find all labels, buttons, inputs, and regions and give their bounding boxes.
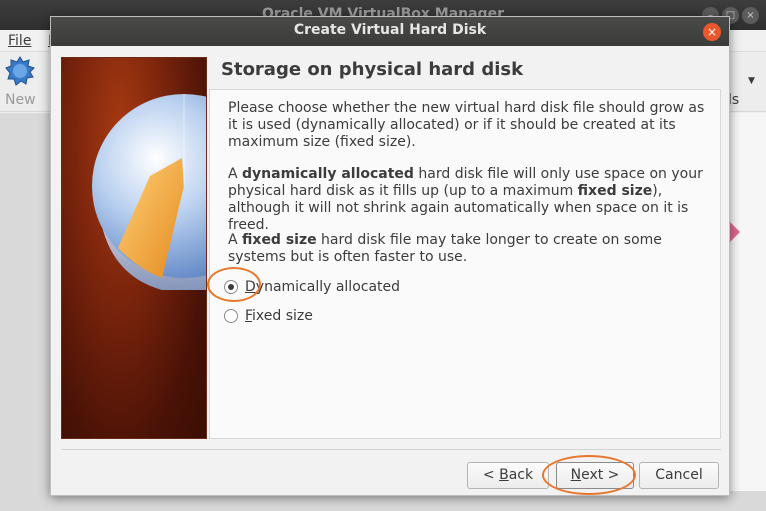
description-paragraph-3: A fixed size hard disk file may take lon… (228, 232, 662, 265)
close-icon[interactable]: × (742, 7, 759, 24)
details-panel (728, 113, 766, 491)
new-button-label: New (5, 92, 36, 108)
button-separator (61, 449, 721, 450)
menu-file[interactable]: File (8, 33, 31, 49)
dialog-close-icon[interactable]: × (703, 23, 721, 41)
option-label: Fixed size (245, 308, 313, 324)
page-title: Storage on physical hard disk (221, 59, 524, 80)
description-panel: Please choose whether the new virtual ha… (209, 89, 721, 439)
description-paragraph-1: Please choose whether the new virtual ha… (228, 100, 705, 150)
radio-dynamically-allocated[interactable] (224, 280, 238, 294)
create-virtual-hard-disk-dialog: Create Virtual Hard Disk × Storage on ph… (50, 16, 730, 496)
option-dynamically-allocated[interactable]: Dynamically allocated (224, 277, 400, 297)
cancel-button[interactable]: Cancel (639, 462, 719, 489)
next-button[interactable]: Next > (556, 462, 634, 489)
dialog-title: Create Virtual Hard Disk (293, 22, 487, 38)
radio-fixed-size[interactable] (224, 309, 238, 323)
hard-disk-illustration (61, 57, 207, 439)
dialog-titlebar: Create Virtual Hard Disk × (51, 17, 729, 46)
chevron-down-icon[interactable]: ▼ (748, 76, 755, 86)
option-fixed-size[interactable]: Fixed size (224, 306, 313, 326)
new-machine-icon[interactable] (5, 56, 35, 86)
back-button[interactable]: < Back (467, 462, 549, 489)
description-paragraph-2: A dynamically allocated hard disk file w… (228, 166, 703, 233)
option-label: Dynamically allocated (245, 279, 401, 295)
disk-graphic (92, 94, 206, 290)
